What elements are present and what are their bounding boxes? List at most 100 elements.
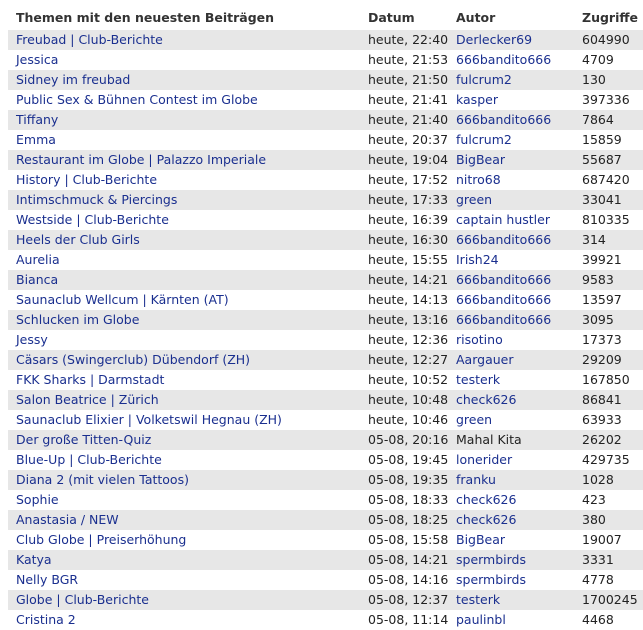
topic-cell: Sidney im freubad xyxy=(8,70,360,90)
topic-link[interactable]: Westside | Club-Berichte xyxy=(16,212,169,227)
author-link[interactable]: lonerider xyxy=(456,452,512,467)
date-cell: heute, 16:39 xyxy=(360,210,448,230)
author-link[interactable]: Irish24 xyxy=(456,252,499,267)
topic-link[interactable]: Der große Titten-Quiz xyxy=(16,432,151,447)
views-cell: 86841 xyxy=(574,390,643,410)
topic-link[interactable]: Diana 2 (mit vielen Tattoos) xyxy=(16,472,189,487)
table-row: Restaurant im Globe | Palazzo Imperiale h… xyxy=(8,150,643,170)
author-link[interactable]: BigBear xyxy=(456,152,505,167)
author-cell: check626 xyxy=(448,390,574,410)
author-link[interactable]: check626 xyxy=(456,512,516,527)
topic-link[interactable]: Tiffany xyxy=(16,112,58,127)
author-link[interactable]: nitro68 xyxy=(456,172,501,187)
topic-link[interactable]: Public Sex & Bühnen Contest im Globe xyxy=(16,92,258,107)
author-link[interactable]: franku xyxy=(456,472,496,487)
table-row: Saunaclub Wellcum | Kärnten (AT) heute, 1… xyxy=(8,290,643,310)
author-link[interactable]: testerk xyxy=(456,592,500,607)
author-link[interactable]: testerk xyxy=(456,372,500,387)
date-cell: heute, 17:33 xyxy=(360,190,448,210)
author-link[interactable]: check626 xyxy=(456,492,516,507)
topic-cell: Globe | Club-Berichte xyxy=(8,590,360,610)
header-topic: Themen mit den neuesten Beiträgen xyxy=(16,9,275,25)
author-link[interactable]: spermbirds xyxy=(456,552,526,567)
date-cell: heute, 14:13 xyxy=(360,290,448,310)
date-cell: 05-08, 19:35 xyxy=(360,470,448,490)
topic-link[interactable]: Sidney im freubad xyxy=(16,72,130,87)
author-cell: paulinbl xyxy=(448,610,574,630)
author-link[interactable]: 666bandito666 xyxy=(456,292,551,307)
author-cell: 666bandito666 xyxy=(448,230,574,250)
topic-link[interactable]: FKK Sharks | Darmstadt xyxy=(16,372,164,387)
author-link[interactable]: fulcrum2 xyxy=(456,72,512,87)
topic-link[interactable]: Jessica xyxy=(16,52,58,67)
table-row: Tiffany heute, 21:40 666bandito666 7864 xyxy=(8,110,643,130)
author-name: Mahal Kita xyxy=(456,432,522,447)
author-link[interactable]: spermbirds xyxy=(456,572,526,587)
author-link[interactable]: kasper xyxy=(456,92,498,107)
author-link[interactable]: fulcrum2 xyxy=(456,132,512,147)
author-link[interactable]: 666bandito666 xyxy=(456,272,551,287)
topic-link[interactable]: Sophie xyxy=(16,492,59,507)
topic-link[interactable]: Blue-Up | Club-Berichte xyxy=(16,452,162,467)
author-link[interactable]: 666bandito666 xyxy=(456,112,551,127)
author-link[interactable]: Derlecker69 xyxy=(456,32,532,47)
topic-link[interactable]: Restaurant im Globe | Palazzo Imperiale xyxy=(16,152,266,167)
author-link[interactable]: 666bandito666 xyxy=(456,312,551,327)
author-link[interactable]: BigBear xyxy=(456,532,505,547)
views-cell: 4709 xyxy=(574,50,643,70)
author-link[interactable]: risotino xyxy=(456,332,503,347)
topic-link[interactable]: History | Club-Berichte xyxy=(16,172,157,187)
topic-link[interactable]: Intimschmuck & Piercings xyxy=(16,192,177,207)
topic-link[interactable]: Schlucken im Globe xyxy=(16,312,139,327)
topic-link[interactable]: Emma xyxy=(16,132,56,147)
topic-cell: Katya xyxy=(8,550,360,570)
views-cell: 604990 xyxy=(574,30,643,50)
topic-cell: Aurelia xyxy=(8,250,360,270)
date-cell: heute, 22:40 xyxy=(360,30,448,50)
author-link[interactable]: green xyxy=(456,192,492,207)
topic-cell: Saunaclub Elixier | Volketswil Hegnau (Z… xyxy=(8,410,360,430)
date-cell: heute, 21:50 xyxy=(360,70,448,90)
topic-link[interactable]: Heels der Club Girls xyxy=(16,232,140,247)
table-row: Cäsars (Swingerclub) Dübendorf (ZH) heute… xyxy=(8,350,643,370)
author-cell: spermbirds xyxy=(448,570,574,590)
views-cell: 810335 xyxy=(574,210,643,230)
topic-link[interactable]: Saunaclub Elixier | Volketswil Hegnau (Z… xyxy=(16,412,282,427)
topic-link[interactable]: Saunaclub Wellcum | Kärnten (AT) xyxy=(16,292,229,307)
topic-link[interactable]: Anastasia / NEW xyxy=(16,512,119,527)
topic-link[interactable]: Cristina 2 xyxy=(16,612,76,627)
views-cell: 39921 xyxy=(574,250,643,270)
date-cell: heute, 20:37 xyxy=(360,130,448,150)
topic-link[interactable]: Salon Beatrice | Zürich xyxy=(16,392,159,407)
author-cell: franku xyxy=(448,470,574,490)
author-cell: 666bandito666 xyxy=(448,290,574,310)
views-cell: 429735 xyxy=(574,450,643,470)
topic-cell: Cristina 2 xyxy=(8,610,360,630)
topic-link[interactable]: Cäsars (Swingerclub) Dübendorf (ZH) xyxy=(16,352,250,367)
author-link[interactable]: captain hustler xyxy=(456,212,550,227)
topic-link[interactable]: Bianca xyxy=(16,272,58,287)
topic-link[interactable]: Katya xyxy=(16,552,52,567)
author-link[interactable]: 666bandito666 xyxy=(456,232,551,247)
author-link[interactable]: check626 xyxy=(456,392,516,407)
date-cell: heute, 12:27 xyxy=(360,350,448,370)
table-row: Freubad | Club-Berichte heute, 22:40 Derle… xyxy=(8,30,643,50)
topic-link[interactable]: Nelly BGR xyxy=(16,572,78,587)
topic-link[interactable]: Globe | Club-Berichte xyxy=(16,592,149,607)
author-link[interactable]: 666bandito666 xyxy=(456,52,551,67)
topic-cell: Jessy xyxy=(8,330,360,350)
author-link[interactable]: paulinbl xyxy=(456,612,506,627)
views-cell: 3331 xyxy=(574,550,643,570)
topic-link[interactable]: Freubad | Club-Berichte xyxy=(16,32,163,47)
topic-cell: Diana 2 (mit vielen Tattoos) xyxy=(8,470,360,490)
date-cell: 05-08, 15:58 xyxy=(360,530,448,550)
author-link[interactable]: Aargauer xyxy=(456,352,513,367)
author-cell: green xyxy=(448,190,574,210)
author-link[interactable]: green xyxy=(456,412,492,427)
topic-link[interactable]: Club Globe | Preiserhöhung xyxy=(16,532,186,547)
topic-link[interactable]: Jessy xyxy=(16,332,48,347)
topic-cell: Salon Beatrice | Zürich xyxy=(8,390,360,410)
author-cell: testerk xyxy=(448,370,574,390)
date-cell: heute, 10:48 xyxy=(360,390,448,410)
topic-link[interactable]: Aurelia xyxy=(16,252,60,267)
